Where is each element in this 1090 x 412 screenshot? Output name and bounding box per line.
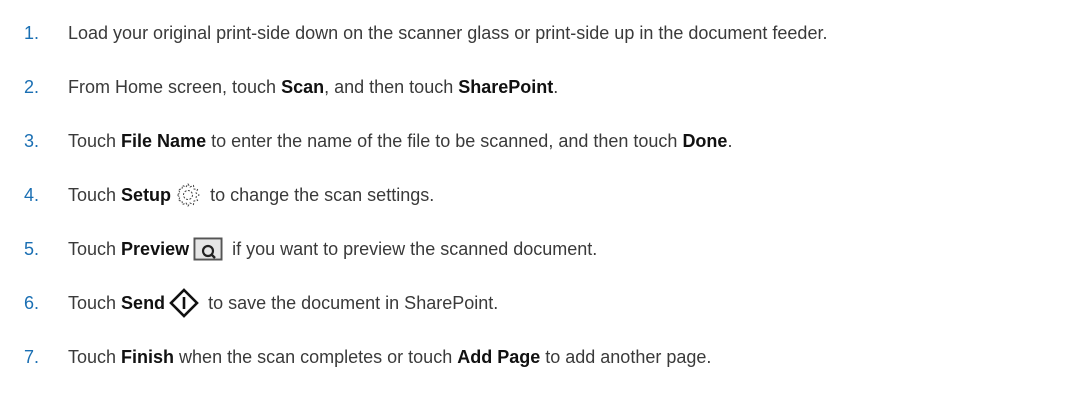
step-text-part: Touch bbox=[68, 346, 122, 367]
step-text-part: to change the scan settings. bbox=[205, 184, 435, 205]
step-number: 3. bbox=[24, 130, 40, 151]
done-label: Done bbox=[682, 130, 728, 151]
step-text-part: Load your original print-side down on th… bbox=[68, 22, 828, 43]
step-number: 5. bbox=[24, 238, 40, 259]
step-text: Touch Send to save the document in Share… bbox=[68, 288, 498, 318]
step-text-part: if you want to preview the scanned docum… bbox=[227, 238, 598, 259]
step-text-part: From Home screen, touch bbox=[68, 76, 282, 97]
step-text-part: Touch bbox=[68, 238, 122, 259]
scan-label: Scan bbox=[281, 76, 325, 97]
send-icon bbox=[169, 288, 199, 318]
step-number: 2. bbox=[24, 76, 40, 97]
step-text: Touch Setup to change the scan settings. bbox=[68, 182, 434, 208]
send-label: Send bbox=[121, 292, 166, 313]
step-text-part: to add another page. bbox=[540, 346, 712, 367]
step-text-part: to enter the name of the file to be scan… bbox=[206, 130, 683, 151]
step-text: From Home screen, touch Scan , and then … bbox=[68, 77, 558, 98]
step-number: 7. bbox=[24, 346, 40, 367]
step-text: Load your original print-side down on th… bbox=[68, 23, 827, 44]
step-number: 6. bbox=[24, 292, 40, 313]
step-text-part: Touch bbox=[68, 184, 122, 205]
gear-icon bbox=[175, 182, 201, 208]
step-text-part: Touch bbox=[68, 130, 122, 151]
step-text-part: when the scan completes or touch bbox=[174, 346, 458, 367]
step-text-part: to save the document in SharePoint. bbox=[203, 292, 499, 313]
step-text: Touch Preview if you want to preview the… bbox=[68, 237, 597, 261]
sharepoint-label: SharePoint bbox=[458, 76, 554, 97]
step-text: Touch File Name to enter the name of the… bbox=[68, 131, 732, 152]
preview-label: Preview bbox=[121, 238, 190, 259]
step-number: 4. bbox=[24, 184, 40, 205]
finish-label: Finish bbox=[121, 346, 175, 367]
add-page-label: Add Page bbox=[457, 346, 541, 367]
step-text-part: . bbox=[727, 130, 733, 151]
step-text: Touch Finish when the scan completes or … bbox=[68, 347, 711, 368]
setup-label: Setup bbox=[121, 184, 172, 205]
step-text-part: Touch bbox=[68, 292, 122, 313]
step-number: 1. bbox=[24, 22, 40, 43]
step-text-part: , and then touch bbox=[324, 76, 459, 97]
file-name-label: File Name bbox=[121, 130, 207, 151]
step-text-part: . bbox=[553, 76, 559, 97]
preview-icon bbox=[193, 237, 223, 261]
